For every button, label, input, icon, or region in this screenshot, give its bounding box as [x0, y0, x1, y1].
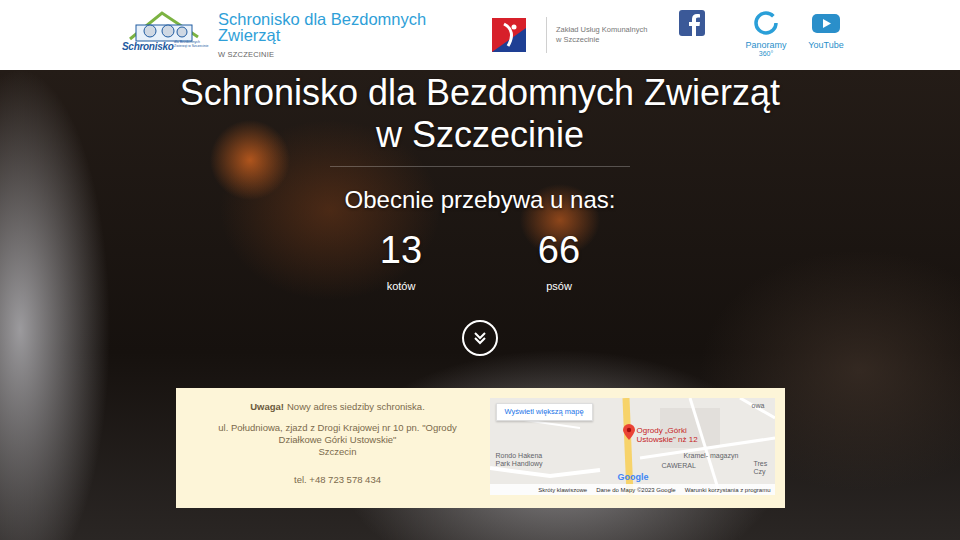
site-title-line: Zwierząt — [218, 27, 458, 43]
address-notice: Uwaga!Nowy adres siedziby schroniska. ul.… — [176, 388, 785, 508]
youtube-icon — [811, 10, 841, 40]
youtube-link[interactable]: YouTube — [801, 10, 851, 50]
shelter-logo-icon[interactable]: Schroniskodla Bezdomnych Zwierząt w Szcz… — [122, 7, 210, 63]
site-title-line: Schronisko dla Bezdomnych — [218, 11, 458, 27]
count-value: 13 — [380, 228, 422, 272]
panorama-link[interactable]: Panoramy360° — [734, 10, 798, 58]
address-line: Szczecin — [318, 446, 356, 458]
map-label: Tres — [754, 460, 768, 468]
site-title[interactable]: Schronisko dla BezdomnychZwierząt W SZCZE… — [218, 11, 458, 59]
hero-rule — [330, 166, 630, 167]
panorama-sub: 360° — [759, 50, 773, 58]
intro-text: Obecnie przebywa u nas: — [345, 185, 616, 215]
count-label: psów — [546, 278, 572, 294]
address: ul. Południowa, zjazd z Drogi Krajowej n… — [218, 422, 456, 458]
animal-counts: 13 kotów 66 psów — [351, 228, 609, 294]
map-label: Rondo Hakena — [496, 452, 543, 460]
logo-text: Schronisko — [122, 41, 173, 52]
map-pin-icon[interactable] — [623, 424, 635, 440]
hero-photo: Schronisko dla Bezdomnych Zwierzątw Szcz… — [0, 70, 960, 540]
larger-map-button[interactable]: Wyświetl większą mapę — [496, 403, 593, 421]
top-header: Schroniskodla Bezdomnych Zwierząt w Szcz… — [0, 0, 960, 70]
map-label: CAWERAL — [662, 462, 696, 470]
scroll-down-button[interactable] — [462, 320, 498, 356]
phone-number[interactable]: tel. +48 723 578 434 — [294, 474, 381, 486]
notice-alert: Uwaga! — [250, 401, 284, 412]
map-label: Park Handlowy — [496, 460, 543, 468]
hero-title: Schronisko dla Bezdomnych Zwierząt — [180, 72, 780, 114]
panorama-label: Panoramy — [745, 40, 786, 50]
panorama-360-icon — [753, 10, 779, 40]
notice-text: Uwaga!Nowy adres siedziby schroniska. ul.… — [186, 398, 490, 495]
logo-subtext: dla Bezdomnych Zwierząt w Szczecinie — [174, 40, 210, 48]
partner-line: Zakład Usług Komunalnych — [556, 25, 668, 35]
notice-message: Nowy adres siedziby schroniska. — [287, 401, 425, 412]
notice-heading: Uwaga!Nowy adres siedziby schroniska. — [250, 400, 425, 414]
address-line: Działkowe Górki Ustowskie" — [279, 434, 397, 446]
partner-line: w Szczecinie — [556, 35, 668, 45]
count-label: kotów — [387, 278, 416, 294]
attribution-link[interactable]: Dane do Mapy ©2023 Google — [596, 486, 675, 494]
hero-title: w Szczecinie — [376, 114, 584, 156]
pin-label: Ogrody „Górki Ustowskie" nż 12 — [637, 426, 707, 444]
facebook-icon[interactable] — [679, 10, 705, 36]
map-attribution: Skróty klawiszowe Dane do Mapy ©2023 Goog… — [490, 484, 775, 495]
count-value: 66 — [538, 228, 580, 272]
google-logo: Google — [618, 472, 649, 482]
attribution-link[interactable]: Warunki korzystania z programu — [685, 486, 771, 494]
animal-count: 66 psów — [509, 228, 609, 294]
site-subtitle: W SZCZECINIE — [218, 50, 458, 59]
animal-count: 13 kotów — [351, 228, 451, 294]
szczecin-logo-icon[interactable] — [492, 18, 526, 52]
partner-name[interactable]: Zakład Usług Komunalnychw Szczecinie — [556, 25, 668, 45]
map-label: owa — [752, 402, 765, 410]
map-label: Czy — [754, 468, 766, 476]
google-map[interactable]: Wyświetl większą mapę Ogrody „Górki Ustow… — [490, 398, 775, 495]
header-divider — [546, 17, 547, 53]
map-label: Kramel- magazyn — [684, 452, 739, 460]
attribution-link[interactable]: Skróty klawiszowe — [538, 486, 587, 494]
youtube-label: YouTube — [808, 40, 843, 50]
address-line: ul. Południowa, zjazd z Drogi Krajowej n… — [218, 422, 456, 434]
